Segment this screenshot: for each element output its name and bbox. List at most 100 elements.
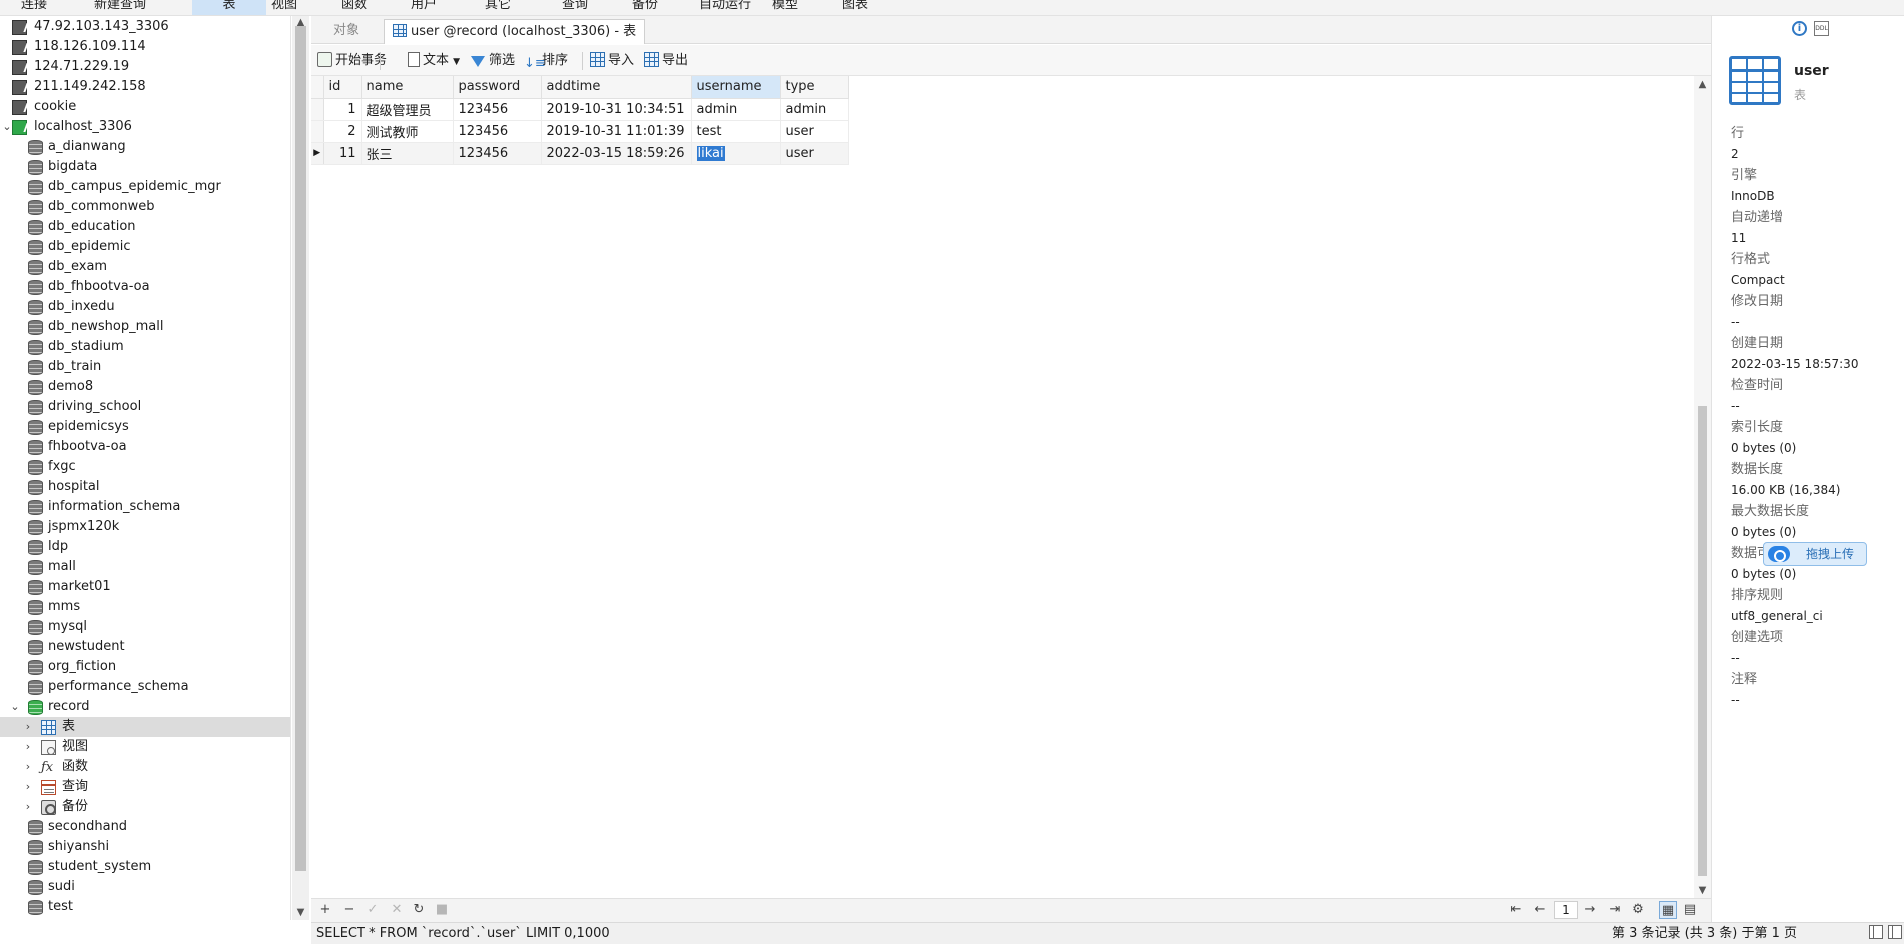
chevron-right-icon[interactable]: › <box>21 737 35 757</box>
export-button[interactable]: 导出 <box>644 50 688 72</box>
tree-connection[interactable]: 211.149.242.158 <box>0 77 290 97</box>
panel-layout-icon[interactable] <box>1869 925 1883 939</box>
table-cell-id[interactable]: 11 <box>323 142 362 165</box>
selected-cell-text[interactable]: likai <box>696 145 725 161</box>
menu-item[interactable]: 其它 <box>476 0 520 15</box>
tree-database[interactable]: a_dianwang <box>0 137 290 157</box>
ddl-icon[interactable]: DDL <box>1814 21 1829 36</box>
table-cell-addtime[interactable]: 2019-10-31 11:01:39 <box>541 120 692 143</box>
menu-item[interactable]: 自动运行 <box>693 0 757 15</box>
tree-database[interactable]: org_fiction <box>0 657 290 677</box>
table-cell-username[interactable]: likai <box>691 142 781 165</box>
refresh-icon[interactable]: ↻ <box>410 901 428 919</box>
discard-changes-icon[interactable]: ✕ <box>388 901 406 919</box>
tab-user-table[interactable]: user @record (localhost_3306) - 表 <box>384 19 646 44</box>
table-cell-username[interactable]: test <box>691 120 781 143</box>
page-number-input[interactable]: 1 <box>1554 901 1578 919</box>
menu-item[interactable]: 视图 <box>262 0 306 15</box>
chevron-right-icon[interactable]: › <box>21 797 35 817</box>
tree-connection[interactable]: cookie <box>0 97 290 117</box>
tab-objects[interactable]: 对象 <box>325 19 367 44</box>
sort-button[interactable]: ↓≡排序 <box>524 50 568 72</box>
tree-database[interactable]: bigdata <box>0 157 290 177</box>
column-header-username[interactable]: username <box>691 76 781 99</box>
tree-connection[interactable]: 47.92.103.143_3306 <box>0 17 290 37</box>
tree-connection[interactable]: 118.126.109.114 <box>0 37 290 57</box>
tree-database[interactable]: db_campus_epidemic_mgr <box>0 177 290 197</box>
previous-page-icon[interactable]: ← <box>1531 901 1549 919</box>
table-row[interactable]: ▶ 11 张三 123456 2022-03-15 18:59:26 likai user <box>311 142 849 165</box>
tree-database[interactable]: mms <box>0 597 290 617</box>
column-header-addtime[interactable]: addtime <box>541 76 692 99</box>
tree-database[interactable]: fxgc <box>0 457 290 477</box>
menu-item[interactable]: 函数 <box>332 0 376 15</box>
scroll-down-icon[interactable]: ▼ <box>1694 884 1711 898</box>
table-cell-addtime[interactable]: 2022-03-15 18:59:26 <box>541 142 692 165</box>
table-cell-type[interactable]: admin <box>780 98 849 121</box>
scroll-up-icon[interactable]: ▲ <box>1694 78 1711 92</box>
grid-vertical-scrollbar[interactable]: ▲ ▼ <box>1694 76 1711 898</box>
scrollbar-thumb[interactable] <box>295 26 306 871</box>
first-page-icon[interactable]: ⇤ <box>1507 901 1525 919</box>
tree-database[interactable]: newstudent <box>0 637 290 657</box>
tree-database[interactable]: secondhand <box>0 817 290 837</box>
row-header[interactable] <box>311 120 324 143</box>
grid-view-icon[interactable]: ▦ <box>1659 901 1677 919</box>
filter-button[interactable]: 筛选 <box>471 50 515 72</box>
table-cell-name[interactable]: 超级管理员 <box>361 98 454 121</box>
tree-database[interactable]: shiyanshi <box>0 837 290 857</box>
tree-database[interactable]: db_newshop_mall <box>0 317 290 337</box>
drag-upload-widget[interactable]: 拖拽上传 <box>1763 542 1867 566</box>
menu-item[interactable]: 新建查询 <box>88 0 152 15</box>
tree-database[interactable]: db_epidemic <box>0 237 290 257</box>
tree-database[interactable]: sudi <box>0 877 290 897</box>
table-cell-type[interactable]: user <box>780 142 849 165</box>
tree-database[interactable]: jspmx120k <box>0 517 290 537</box>
column-header-type[interactable]: type <box>780 76 849 99</box>
settings-gear-icon[interactable]: ⚙ <box>1629 901 1647 919</box>
tree-connection[interactable]: ⌄ localhost_3306 <box>0 117 290 137</box>
apply-changes-icon[interactable]: ✓ <box>364 901 382 919</box>
delete-record-icon[interactable]: − <box>340 901 358 919</box>
tree-folder[interactable]: › 表 <box>0 717 290 737</box>
text-button[interactable]: 文本 ▼ <box>408 50 460 72</box>
menu-item[interactable]: 用户 <box>402 0 446 15</box>
menu-item[interactable]: 连接 <box>12 0 56 15</box>
row-header[interactable] <box>311 98 324 121</box>
tree-database[interactable]: student_system <box>0 857 290 877</box>
tree-database[interactable]: test <box>0 897 290 917</box>
menu-item[interactable]: 模型 <box>763 0 807 15</box>
chevron-right-icon[interactable]: › <box>21 777 35 797</box>
tree-database[interactable]: information_schema <box>0 497 290 517</box>
tree-database[interactable]: db_train <box>0 357 290 377</box>
tree-database[interactable]: fhbootva-oa <box>0 437 290 457</box>
menu-item[interactable]: 备份 <box>623 0 667 15</box>
tree-database[interactable]: epidemicsys <box>0 417 290 437</box>
chevron-right-icon[interactable]: › <box>21 757 35 777</box>
table-cell-name[interactable]: 测试教师 <box>361 120 454 143</box>
stop-icon[interactable]: ■ <box>433 901 451 919</box>
tree-database[interactable]: market01 <box>0 577 290 597</box>
table-cell-id[interactable]: 1 <box>323 98 362 121</box>
tree-database[interactable]: mall <box>0 557 290 577</box>
tree-database[interactable]: performance_schema <box>0 677 290 697</box>
scroll-down-icon[interactable]: ▼ <box>292 906 309 920</box>
table-cell-addtime[interactable]: 2019-10-31 10:34:51 <box>541 98 692 121</box>
column-header-id[interactable]: id <box>323 76 362 99</box>
column-header-name[interactable]: name <box>361 76 454 99</box>
table-row[interactable]: 1 超级管理员 123456 2019-10-31 10:34:51 admin admi… <box>311 98 849 121</box>
add-record-icon[interactable]: + <box>316 901 334 919</box>
navigation-scrollbar[interactable]: ▲ ▼ <box>292 16 309 920</box>
tree-database[interactable]: db_exam <box>0 257 290 277</box>
chevron-down-icon[interactable]: ⌄ <box>8 697 22 717</box>
tree-database[interactable]: mysql <box>0 617 290 637</box>
table-cell-username[interactable]: admin <box>691 98 781 121</box>
info-icon[interactable]: i <box>1792 21 1807 36</box>
tree-database[interactable]: db_commonweb <box>0 197 290 217</box>
tree-connection[interactable]: 124.71.229.19 <box>0 57 290 77</box>
table-cell-name[interactable]: 张三 <box>361 142 454 165</box>
begin-transaction-button[interactable]: 开始事务 <box>317 50 387 72</box>
scrollbar-thumb[interactable] <box>1698 406 1707 876</box>
tree-database[interactable]: db_stadium <box>0 337 290 357</box>
table-cell-id[interactable]: 2 <box>323 120 362 143</box>
